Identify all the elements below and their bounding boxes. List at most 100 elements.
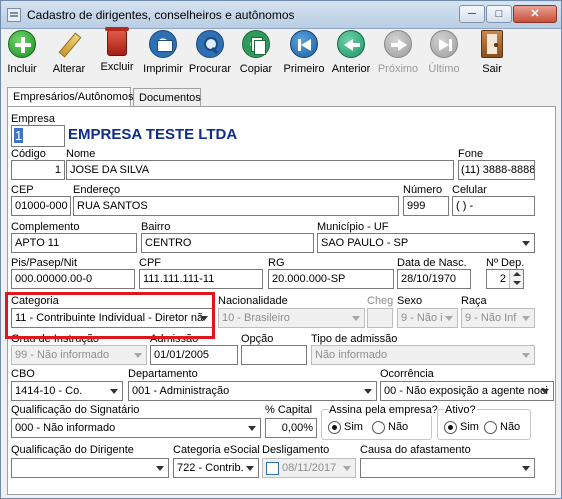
- excluir-label: Excluir: [100, 61, 134, 73]
- spinner-icon[interactable]: [509, 270, 523, 288]
- cep-field[interactable]: 01000-000: [11, 196, 71, 216]
- ativo-sim-label: Sim: [460, 421, 479, 433]
- empresa-label: Empresa: [11, 113, 56, 125]
- municipio-label: Município - UF: [317, 221, 389, 233]
- chevron-down-icon: [522, 241, 530, 246]
- ultimo-button[interactable]: Último: [426, 30, 462, 75]
- rg-field[interactable]: 20.000.000-SP: [268, 269, 394, 289]
- incluir-label: Incluir: [7, 63, 37, 75]
- departamento-label: Departamento: [128, 368, 198, 380]
- chevron-down-icon: [522, 353, 530, 358]
- chevron-down-icon: [343, 466, 351, 471]
- minimize-button[interactable]: ─: [459, 5, 485, 23]
- search-icon: [196, 30, 224, 58]
- cat-esocial-select[interactable]: 722 - Contrib.: [173, 458, 259, 478]
- excluir-button[interactable]: Excluir: [99, 27, 135, 73]
- qual-dirigente-label: Qualificação do Dirigente: [11, 444, 134, 456]
- trash-icon: [105, 27, 129, 56]
- chevron-down-icon: [522, 466, 530, 471]
- endereco-field[interactable]: RUA SANTOS: [73, 196, 399, 216]
- desligamento-date[interactable]: 08/11/2017: [262, 458, 356, 478]
- alterar-label: Alterar: [52, 63, 86, 75]
- departamento-select[interactable]: 001 - Administração: [128, 381, 377, 401]
- proximo-button[interactable]: Próximo: [377, 30, 419, 75]
- raca-label: Raça: [461, 295, 487, 307]
- tipo-admissao-value: Não informado: [315, 349, 388, 361]
- incluir-button[interactable]: Incluir: [5, 30, 39, 75]
- sexo-value: 9 - Não i: [401, 312, 443, 324]
- chevron-down-icon: [445, 316, 453, 321]
- opcao-field[interactable]: [241, 345, 307, 365]
- raca-value: 9 - Não Inf: [465, 312, 517, 324]
- numero-label: Número: [403, 184, 443, 196]
- celular-field[interactable]: ( ) -: [452, 196, 535, 216]
- toolbar: Incluir Alterar Excluir Imprimir Procura…: [1, 27, 561, 80]
- chevron-down-icon: [156, 466, 164, 471]
- chevron-down-icon: [248, 426, 256, 431]
- chevron-down-icon: [522, 316, 530, 321]
- nacionalidade-select[interactable]: 10 - Brasileiro: [218, 308, 365, 328]
- printer-icon: [149, 30, 177, 58]
- tipo-admissao-label: Tipo de admissão: [311, 333, 398, 345]
- nasc-field[interactable]: 28/10/1970: [397, 269, 471, 289]
- ativo-nao-label: Não: [500, 421, 521, 433]
- cat-esocial-label: Categoria eSocial: [173, 444, 260, 456]
- raca-select[interactable]: 9 - Não Inf: [461, 308, 535, 328]
- cheg-field[interactable]: [367, 308, 393, 328]
- imprimir-button[interactable]: Imprimir: [143, 30, 183, 75]
- codigo-label: Código: [11, 148, 46, 160]
- ativo-nao-radio[interactable]: [484, 421, 497, 434]
- copiar-label: Copiar: [239, 63, 273, 75]
- primeiro-button[interactable]: Primeiro: [283, 30, 325, 75]
- pis-field[interactable]: 000.00000.00-0: [11, 269, 135, 289]
- instrucao-select[interactable]: 99 - Não informado: [11, 345, 147, 365]
- sair-label: Sair: [482, 63, 502, 75]
- municipio-select[interactable]: SAO PAULO - SP: [317, 233, 535, 253]
- chevron-down-icon: [134, 353, 142, 358]
- sexo-label: Sexo: [397, 295, 423, 307]
- tab-empresarios-autonomos[interactable]: Empresários/Autônomos: [7, 87, 133, 107]
- nacionalidade-label: Nacionalidade: [218, 295, 288, 307]
- ocorrencia-select[interactable]: 00 - Não exposição a agente noci: [380, 381, 554, 401]
- close-button[interactable]: ✕: [513, 5, 557, 23]
- assina-sim-radio[interactable]: [328, 421, 341, 434]
- ocorrencia-value: 00 - Não exposição a agente noci: [384, 385, 548, 397]
- qual-signatario-select[interactable]: 000 - Não informado: [11, 418, 261, 438]
- ativo-sim-radio[interactable]: [444, 421, 457, 434]
- assina-nao-radio[interactable]: [372, 421, 385, 434]
- next-icon: [384, 30, 412, 58]
- anterior-button[interactable]: Anterior: [331, 30, 371, 75]
- empresa-code-field[interactable]: 1: [11, 125, 65, 147]
- complemento-field[interactable]: APTO 11: [11, 233, 137, 253]
- copiar-button[interactable]: Copiar: [239, 30, 273, 75]
- proximo-label: Próximo: [377, 63, 419, 75]
- causa-select[interactable]: [360, 458, 535, 478]
- capital-field[interactable]: 0,00%: [265, 418, 317, 438]
- nome-label: Nome: [66, 148, 96, 160]
- cbo-select[interactable]: 1414-10 - Co.: [11, 381, 123, 401]
- maximize-button[interactable]: □: [486, 5, 512, 23]
- cpf-field[interactable]: 111.111.111-11: [139, 269, 263, 289]
- qual-dirigente-select[interactable]: [11, 458, 169, 478]
- admissao-field[interactable]: 01/01/2005: [150, 345, 238, 365]
- bairro-field[interactable]: CENTRO: [141, 233, 314, 253]
- tab-documentos[interactable]: Documentos: [133, 88, 201, 107]
- nome-field[interactable]: JOSE DA SILVA: [66, 160, 454, 180]
- desligamento-checkbox[interactable]: [266, 462, 279, 475]
- nasc-label: Data de Nasc.: [397, 257, 467, 269]
- cbo-value: 1414-10 - Co.: [15, 385, 83, 397]
- categoria-highlight-box: [5, 292, 215, 339]
- dep-label: Nº Dep.: [486, 257, 525, 269]
- tipo-admissao-select[interactable]: Não informado: [311, 345, 535, 365]
- fone-field[interactable]: (11) 3888-8888: [458, 160, 535, 180]
- codigo-field[interactable]: 1: [11, 160, 65, 180]
- sair-button[interactable]: Sair: [477, 30, 507, 75]
- opcao-label: Opção: [241, 333, 274, 345]
- alterar-button[interactable]: Alterar: [51, 30, 87, 75]
- dep-field[interactable]: 2: [486, 269, 524, 289]
- procurar-button[interactable]: Procurar: [188, 30, 232, 75]
- sexo-select[interactable]: 9 - Não i: [397, 308, 458, 328]
- qual-signatario-label: Qualificação do Signatário: [11, 404, 140, 416]
- pis-label: Pis/Pasep/Nit: [11, 257, 78, 269]
- numero-field[interactable]: 999: [403, 196, 449, 216]
